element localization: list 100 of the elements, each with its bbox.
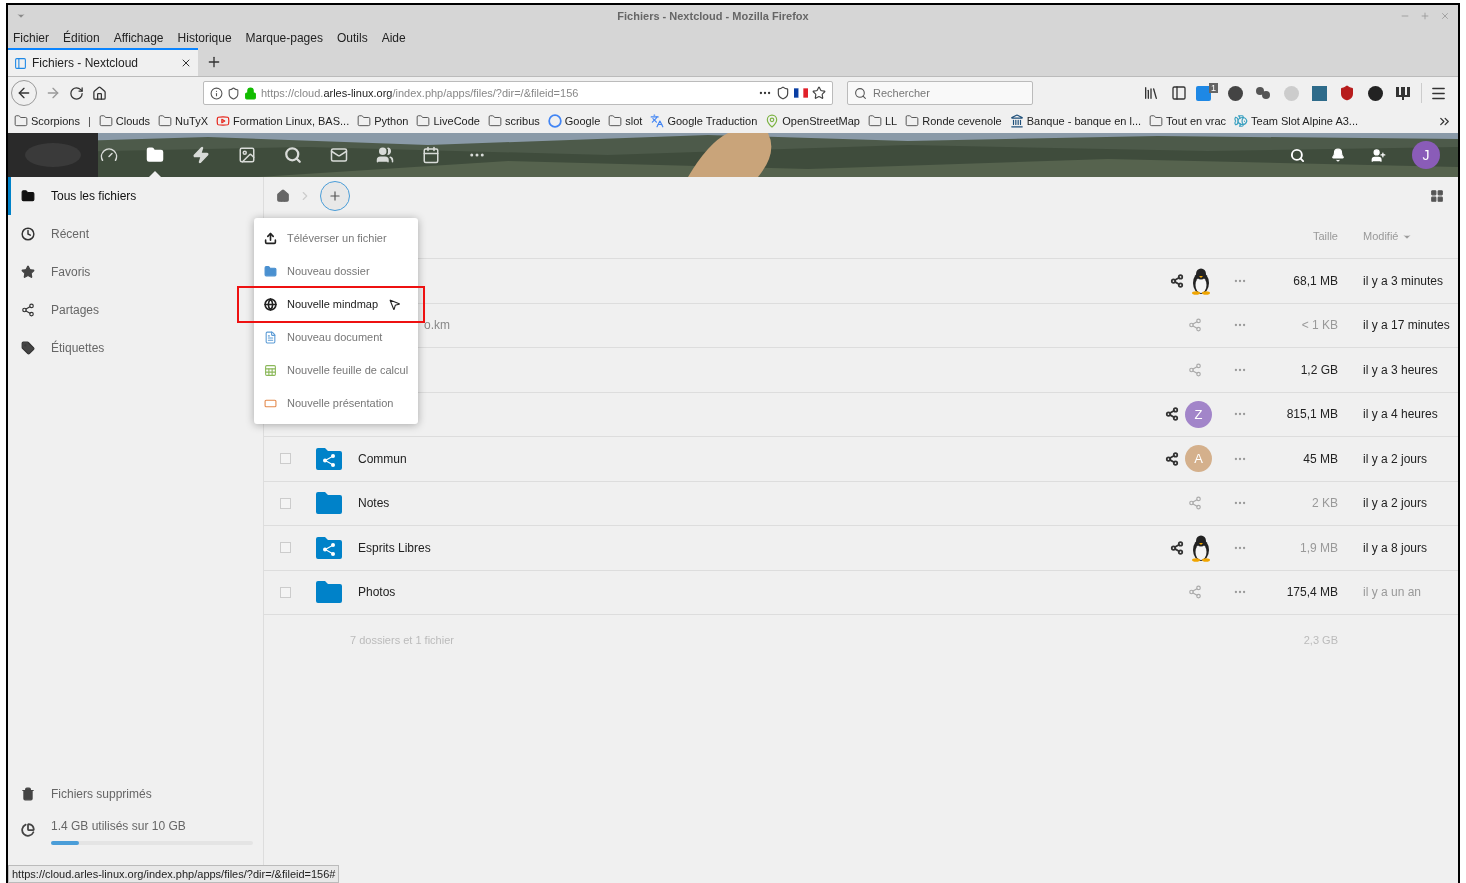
share-icon[interactable] (1170, 540, 1184, 555)
shield-icon[interactable] (1339, 85, 1355, 101)
folder-icon (316, 492, 342, 515)
dashboard-icon[interactable] (100, 146, 118, 164)
folder-icon (357, 114, 372, 128)
bookmark[interactable]: LL (867, 112, 898, 130)
bookmark[interactable]: Formation Linux, BAS... (216, 112, 350, 130)
file-size: < 1 KB (1300, 317, 1338, 335)
clock-icon (21, 227, 35, 241)
menu-item[interactable]: Historique (177, 29, 232, 47)
folder-icon[interactable] (146, 146, 164, 164)
file-name: Commun (358, 451, 407, 466)
star-icon (21, 265, 35, 279)
bookmark[interactable]: Tout en vrac (1149, 112, 1226, 130)
menu-item[interactable]: Aide (381, 29, 406, 47)
shared-folder-icon (316, 536, 342, 559)
extension-icon[interactable] (1255, 86, 1271, 100)
bookmark[interactable]: scribus (487, 112, 540, 130)
window-title: Fichiers - Nextcloud - Mozilla Firefox (616, 8, 810, 24)
share-icon[interactable] (1170, 273, 1184, 288)
browser-tab[interactable]: Fichiers - Nextcloud (8, 48, 198, 76)
sidebar-item[interactable]: Tous les fichiers (8, 177, 263, 215)
calendar-icon[interactable] (422, 146, 440, 164)
folder-icon (316, 581, 342, 604)
cursor-icon (388, 298, 402, 311)
upload-icon (264, 232, 277, 245)
contacts-icon[interactable] (376, 146, 394, 164)
search-field[interactable]: Rechercher (847, 81, 1033, 105)
sidebar-icon[interactable] (1171, 85, 1187, 101)
bookmark[interactable]: Python (357, 112, 409, 130)
notifications-icon[interactable] (1331, 148, 1345, 162)
home-icon[interactable] (92, 85, 107, 101)
search-icon[interactable] (1290, 147, 1305, 163)
bookmark[interactable]: OpenStreetMap (765, 112, 860, 130)
menu-item[interactable]: Nouvelle présentation (254, 387, 418, 420)
active-indicator (149, 171, 161, 177)
folder-icon (14, 114, 28, 128)
bank-icon (1009, 114, 1024, 128)
checkbox[interactable] (280, 453, 291, 465)
bookmark[interactable]: Ronde cevenole (905, 112, 1002, 130)
quota-text: 1.4 GB utilisés sur 10 GB (51, 818, 187, 835)
menu-item[interactable]: Outils (336, 29, 368, 47)
grid-view-icon[interactable] (1430, 189, 1444, 203)
bookmark[interactable]: Scorpions (14, 112, 80, 130)
folder-icon (98, 114, 113, 128)
checkbox[interactable] (280, 497, 291, 509)
folder-icon (21, 189, 35, 203)
file-name: Notes (358, 496, 390, 511)
extension-icon[interactable] (1367, 85, 1383, 101)
folder-icon (608, 114, 623, 128)
search-icon (854, 86, 867, 100)
sidebar-item[interactable]: Fichiers supprimés (8, 779, 263, 809)
bookmark[interactable]: Banque - banque en l... (1009, 112, 1142, 130)
file-size: 1,9 MB (1299, 539, 1338, 557)
mail-icon[interactable] (330, 146, 348, 164)
modified-date: il y a un an (1362, 584, 1423, 602)
google-icon (547, 114, 562, 128)
bookmark-star-icon[interactable] (812, 86, 826, 100)
modified-date: il y a 2 jours (1362, 495, 1429, 513)
folder-icon (416, 114, 431, 128)
extension-icon[interactable] (1227, 85, 1243, 101)
modified-date: il y a 3 minutes (1362, 272, 1445, 290)
bookmark[interactable]: NuTyX (158, 112, 209, 130)
bookmark[interactable]: Team Slot Alpine A3... (1234, 112, 1359, 130)
bookmark[interactable]: LiveCode (416, 112, 480, 130)
lightning-icon[interactable] (192, 146, 210, 164)
image-icon[interactable] (238, 146, 256, 164)
library-icon[interactable] (1143, 85, 1159, 101)
menu-item[interactable]: Édition (63, 29, 100, 47)
folder-icon (158, 114, 173, 128)
share-icon[interactable] (1165, 451, 1179, 466)
badge: 1 (1209, 83, 1218, 93)
extension-icon[interactable] (1395, 85, 1411, 101)
folder-icon (264, 265, 277, 278)
plus-icon (328, 189, 342, 203)
reload-icon[interactable] (69, 85, 84, 101)
bookmark[interactable]: slot (608, 112, 643, 130)
pocket-icon[interactable] (776, 86, 790, 100)
menu-item[interactable]: Marque-pages (245, 29, 323, 47)
contacts-icon[interactable] (1371, 147, 1386, 163)
bookmark[interactable]: Google (547, 112, 601, 130)
checkbox[interactable] (280, 586, 291, 598)
menu-item[interactable]: Fichier (13, 29, 49, 47)
folder-icon (1149, 114, 1164, 128)
url-field[interactable]: https://cloud.arles-linux.org/index.php/apps/files/?dir=/&fileid=156 (203, 81, 833, 105)
status-url: https://cloud.arles-linux.org/index.php/apps/files/?dir=/&fileid=156# (8, 864, 340, 883)
home-icon[interactable] (276, 189, 290, 203)
new-tab-icon[interactable] (206, 54, 222, 70)
modified-date: il y a 2 jours (1362, 450, 1429, 468)
close-tab-icon[interactable] (180, 57, 192, 69)
menu-item[interactable]: Affichage (113, 29, 164, 47)
checkbox[interactable] (280, 542, 291, 554)
share-icon[interactable] (1165, 407, 1179, 422)
bookmark[interactable]: Google Traduction (650, 112, 758, 130)
tab-page-icon (14, 56, 27, 70)
file-size: 1,2 GB (1299, 361, 1338, 379)
bookmark[interactable]: Clouds (98, 112, 151, 130)
chat-icon[interactable] (284, 146, 302, 164)
file-name: o.km (424, 318, 450, 333)
file-size: 2 KB (1311, 495, 1338, 513)
